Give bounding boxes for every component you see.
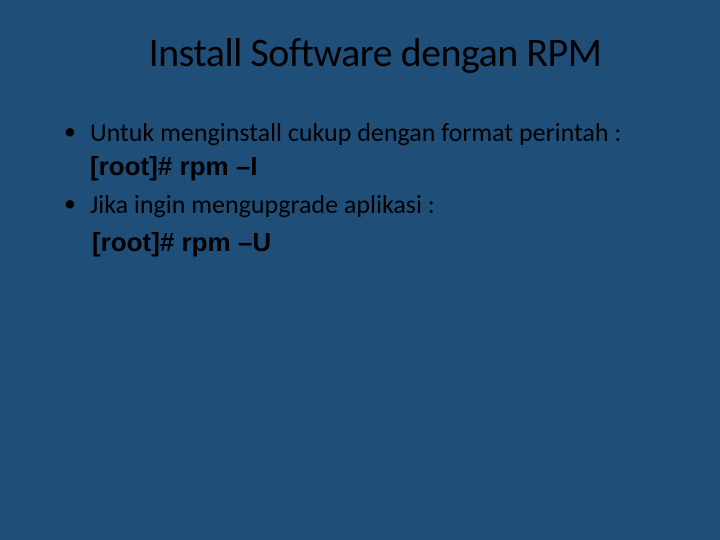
bullet-item: • Jika ingin mengupgrade aplikasi : bbox=[64, 187, 670, 221]
bullet-marker-icon: • bbox=[64, 187, 76, 221]
slide: Install Software dengan RPM • Untuk meng… bbox=[0, 0, 720, 540]
slide-content: • Untuk menginstall cukup dengan format … bbox=[50, 115, 670, 259]
slide-title: Install Software dengan RPM bbox=[90, 28, 660, 77]
bullet-marker-icon: • bbox=[64, 115, 76, 149]
command-line: [root]# rpm –U bbox=[92, 225, 670, 259]
bullet-text-before: Untuk menginstall cukup dengan format pe… bbox=[90, 116, 621, 148]
bullet-text: Untuk menginstall cukup dengan format pe… bbox=[90, 115, 670, 183]
bullet-text: Jika ingin mengupgrade aplikasi : bbox=[90, 187, 435, 221]
command-inline: [root]# rpm –I bbox=[90, 151, 258, 181]
bullet-item: • Untuk menginstall cukup dengan format … bbox=[64, 115, 670, 183]
